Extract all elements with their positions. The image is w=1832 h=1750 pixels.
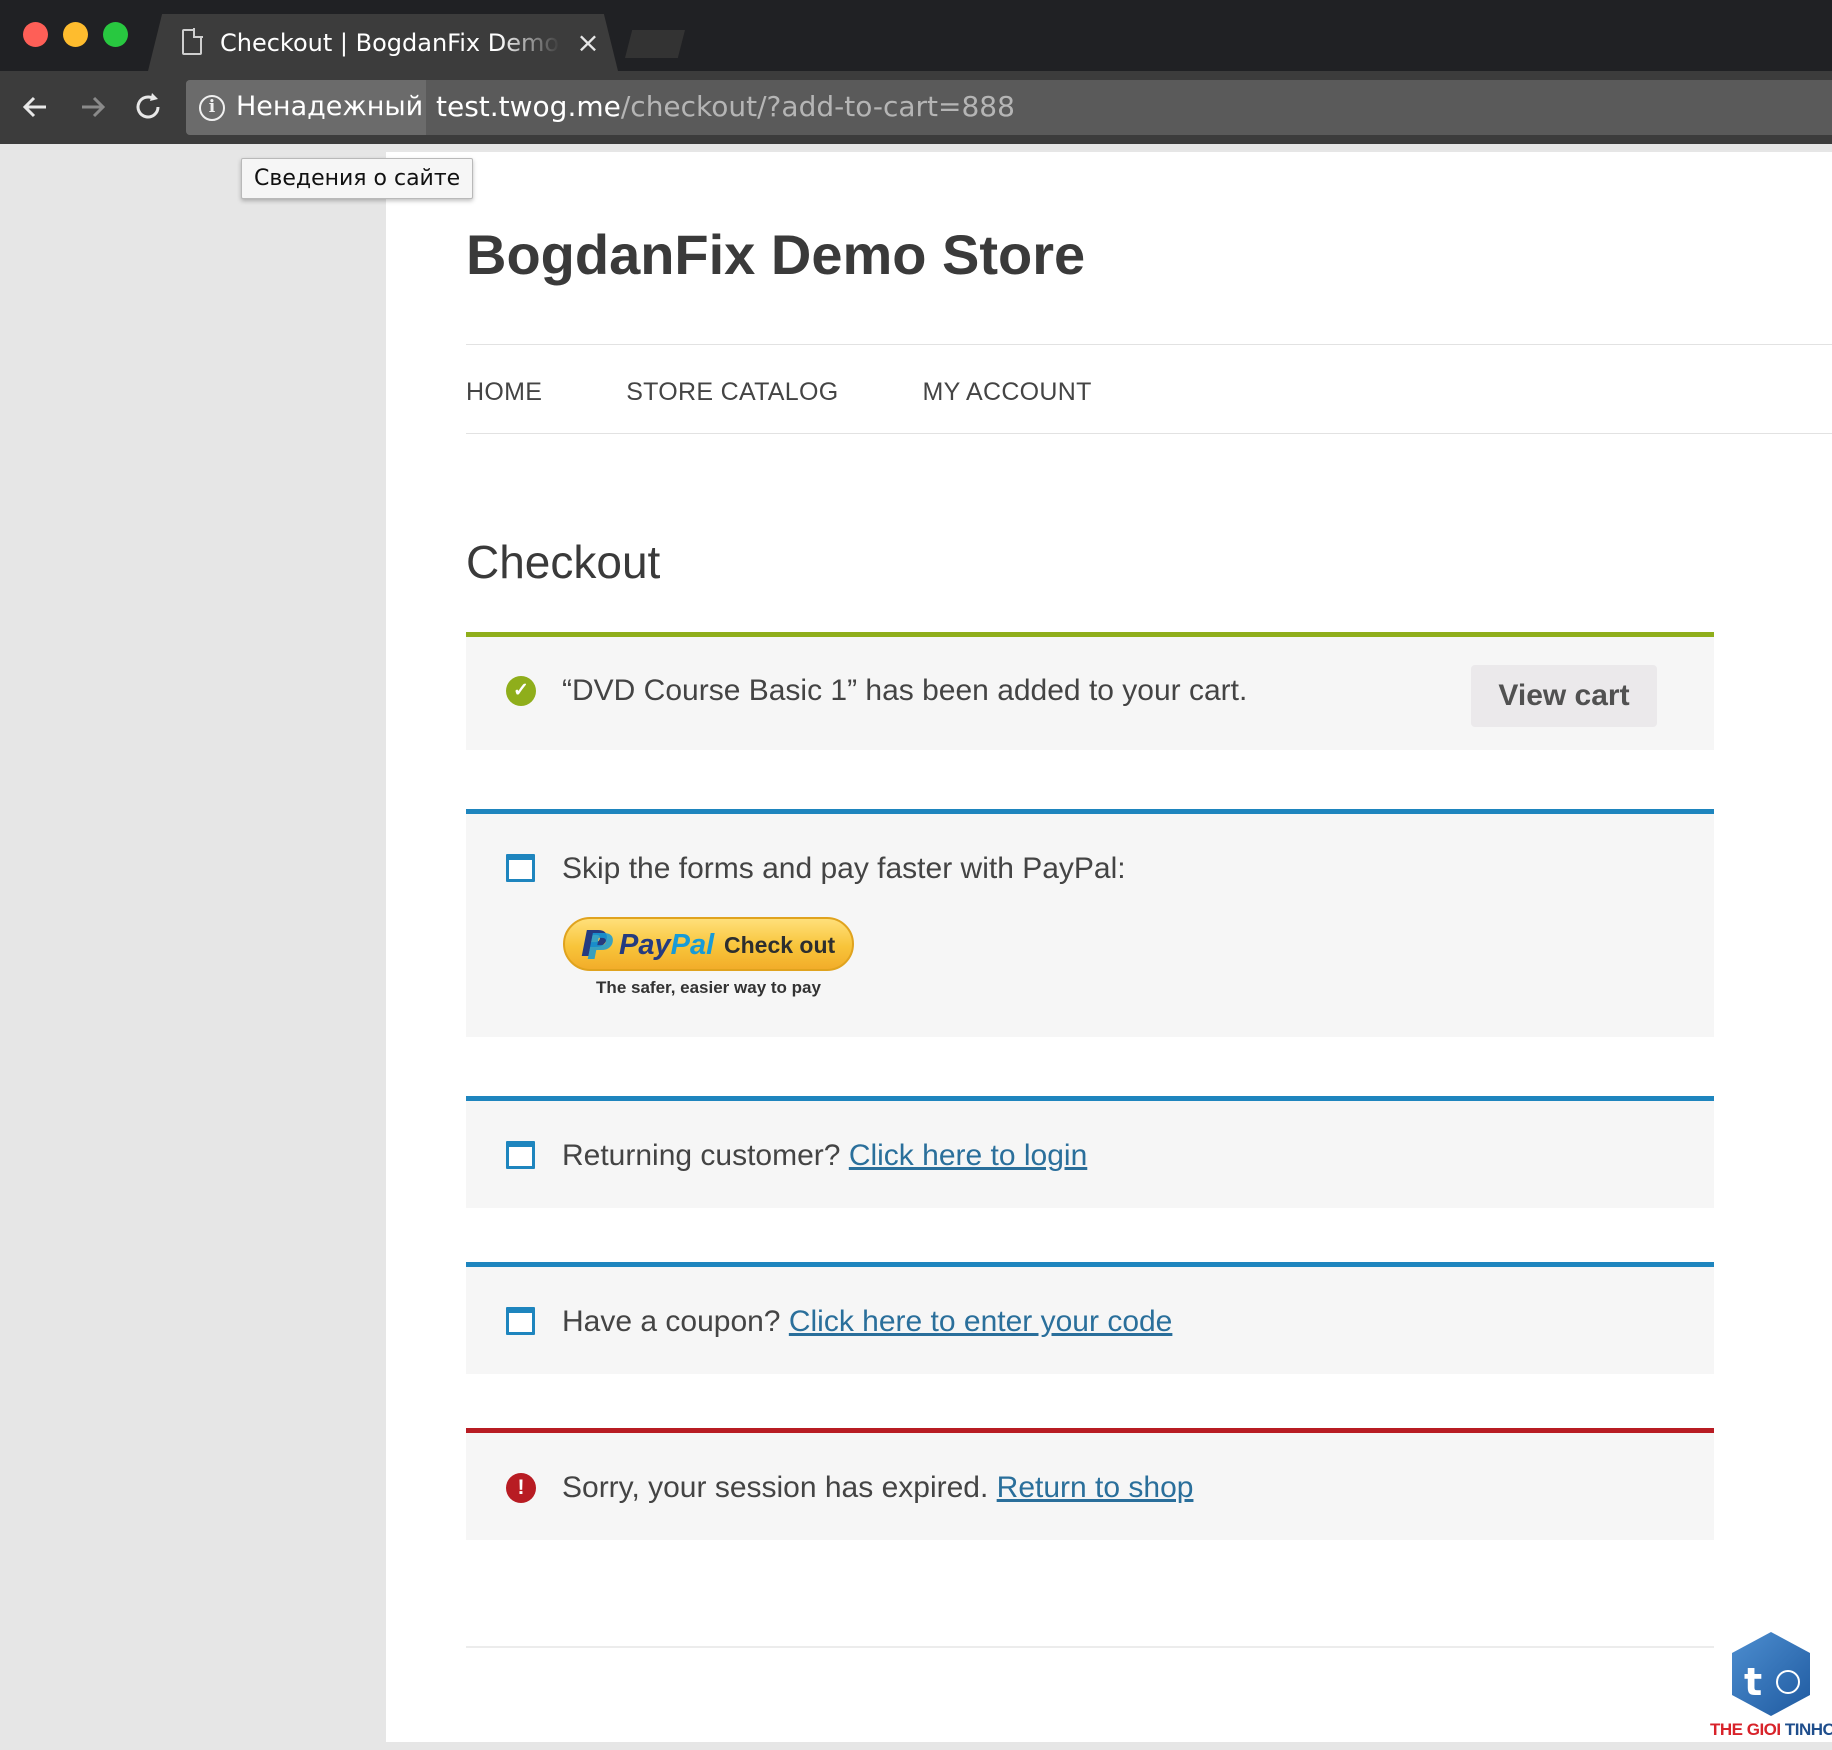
reload-svg [136, 93, 160, 119]
paypal-checkout-label: Check out [724, 932, 836, 958]
reload-icon[interactable] [128, 87, 168, 127]
return-to-shop-link[interactable]: Return to shop [997, 1471, 1194, 1504]
browser-tab-checkout[interactable]: Checkout | BogdanFix Demo Store × [148, 14, 618, 71]
paypal-tagline: The safer, easier way to pay [596, 978, 821, 997]
nav-divider-top [466, 344, 1832, 345]
watermark-text-b: TINHOC [1784, 1720, 1832, 1739]
footer-divider [466, 1646, 1714, 1648]
globe-icon [1776, 1670, 1800, 1694]
login-link[interactable]: Click here to login [849, 1139, 1087, 1172]
cart-added-notice: ✓ “DVD Course Basic 1” has been added to… [466, 632, 1714, 750]
paypal-notice: Skip the forms and pay faster with PayPa… [466, 809, 1714, 1037]
returning-customer-line: Returning customer? Click here to login [562, 1136, 1087, 1176]
paypal-wordmark: PayPal [619, 928, 714, 962]
view-cart-button[interactable]: View cart [1471, 665, 1657, 727]
coupon-notice: Have a coupon? Click here to enter your … [466, 1262, 1714, 1374]
main-navigation: HOME STORE CATALOG MY ACCOUNT [466, 372, 1176, 412]
back-arrow-svg [22, 96, 46, 118]
page-title: Checkout [466, 536, 661, 588]
page-content: BogdanFix Demo Store HOME STORE CATALOG MY… [386, 152, 1832, 1742]
coupon-line: Have a coupon? Click here to enter your … [562, 1302, 1172, 1342]
window-icon [506, 1141, 535, 1169]
browser-titlebar: Checkout | BogdanFix Demo Store × [0, 0, 1832, 71]
maximize-window-button[interactable] [103, 22, 128, 47]
cube-logo-icon: t [1732, 1632, 1810, 1716]
watermark-text: THE GIOI TINHOC [1710, 1720, 1832, 1740]
window-icon [506, 1307, 535, 1335]
enter-coupon-link[interactable]: Click here to enter your code [789, 1305, 1173, 1338]
address-bar[interactable]: i Ненадежный test.twog.me/checkout/?add-… [186, 80, 1832, 135]
nav-divider-bottom [466, 433, 1832, 434]
paypal-checkout-button[interactable]: P PayPal Check out [563, 917, 854, 971]
close-icon[interactable]: × [573, 26, 603, 60]
session-expired-text: Sorry, your session has expired. [562, 1471, 989, 1504]
coupon-text: Have a coupon? [562, 1305, 781, 1338]
paypal-message: Skip the forms and pay faster with PayPa… [562, 852, 1126, 885]
minimize-window-button[interactable] [63, 22, 88, 47]
nav-store-catalog[interactable]: STORE CATALOG [626, 372, 838, 412]
error-icon: ! [506, 1473, 536, 1503]
url-host: test.twog.me [436, 90, 621, 123]
security-label: Ненадежный [236, 91, 424, 122]
tab-title: Checkout | BogdanFix Demo Store [220, 29, 560, 57]
forward-arrow-icon[interactable] [72, 87, 112, 127]
session-expired-notice: ! Sorry, your session has expired. Retur… [466, 1428, 1714, 1540]
back-arrow-icon[interactable] [16, 87, 56, 127]
watermark-logo: t THE GIOI TINHOC [1710, 1626, 1832, 1750]
page-viewport: BogdanFix Demo Store HOME STORE CATALOG MY… [0, 144, 1832, 1750]
url-text[interactable]: test.twog.me/checkout/?add-to-cart=888 [436, 90, 1015, 124]
paypal-word-pal: Pal [670, 929, 715, 961]
info-icon: i [199, 95, 225, 121]
paypal-logo-icon: P [581, 927, 613, 967]
forward-arrow-svg [82, 96, 106, 118]
checkmark-icon: ✓ [506, 676, 536, 706]
close-window-button[interactable] [23, 22, 48, 47]
returning-customer-text: Returning customer? [562, 1139, 841, 1172]
site-info-tooltip: Сведения о сайте [241, 158, 474, 199]
document-icon [182, 28, 203, 55]
nav-home[interactable]: HOME [466, 372, 542, 412]
nav-my-account[interactable]: MY ACCOUNT [922, 372, 1091, 412]
site-title[interactable]: BogdanFix Demo Store [466, 220, 1085, 290]
window-icon [506, 854, 535, 882]
watermark-text-a: THE GIOI [1710, 1720, 1781, 1739]
url-path: /checkout/?add-to-cart=888 [620, 90, 1015, 123]
returning-customer-notice: Returning customer? Click here to login [466, 1096, 1714, 1208]
paypal-word-pay: Pay [619, 929, 671, 961]
new-tab-button[interactable] [625, 30, 685, 58]
security-indicator[interactable]: i Ненадежный [186, 80, 426, 135]
logo-letter: t [1744, 1660, 1763, 1704]
browser-toolbar: i Ненадежный test.twog.me/checkout/?add-… [0, 71, 1832, 144]
session-expired-line: Sorry, your session has expired. Return … [562, 1468, 1193, 1508]
cart-added-message: “DVD Course Basic 1” has been added to y… [562, 674, 1248, 707]
